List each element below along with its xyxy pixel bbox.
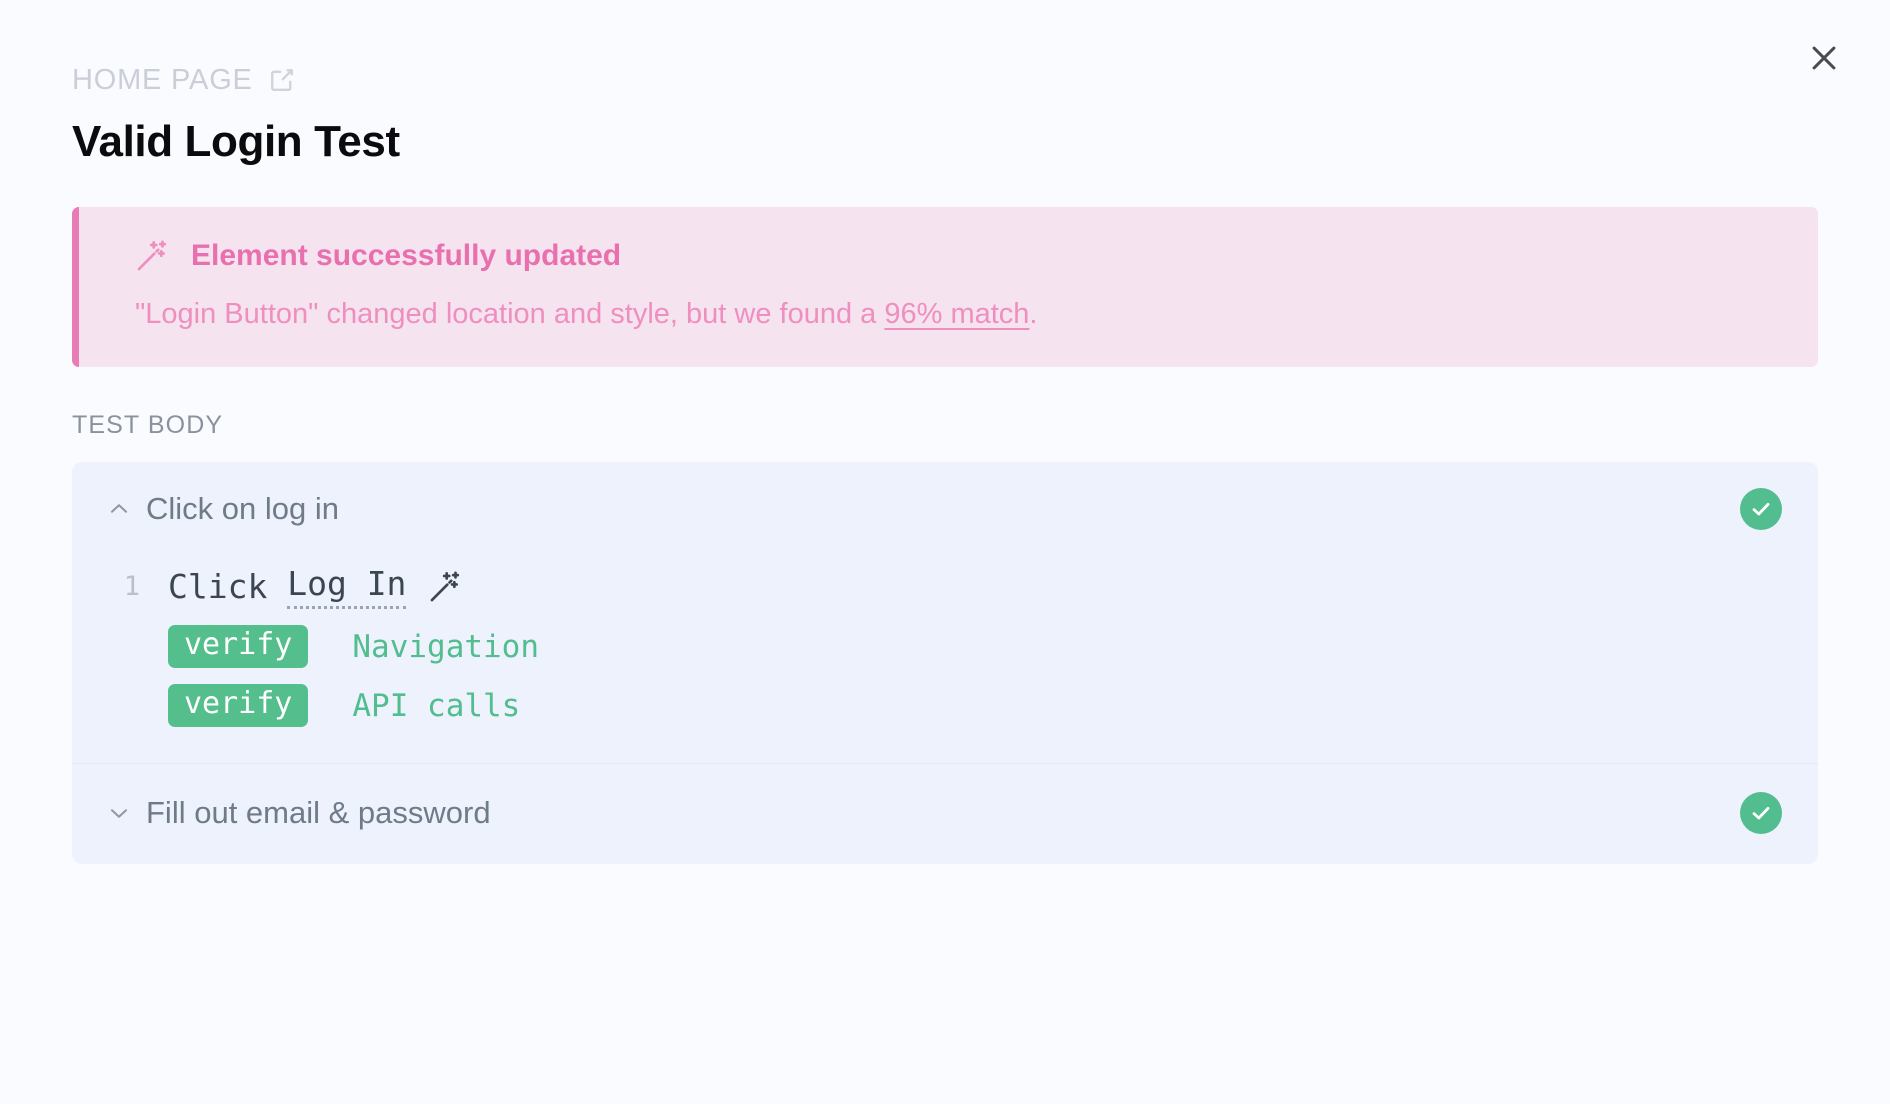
banner-title: Element successfully updated bbox=[191, 239, 622, 273]
match-score-link[interactable]: 96% match bbox=[884, 298, 1029, 330]
test-group-body: 1 Click Log In verify Navigation verify … bbox=[72, 556, 1818, 763]
banner-message-suffix: . bbox=[1029, 298, 1038, 331]
external-link-icon[interactable] bbox=[267, 65, 297, 95]
test-step-row[interactable]: 1 Click Log In bbox=[72, 556, 1818, 617]
test-group-title: Click on log in bbox=[146, 491, 339, 527]
magic-wand-icon bbox=[137, 240, 167, 271]
page-title: Valid Login Test bbox=[72, 117, 400, 166]
close-button[interactable] bbox=[1796, 30, 1852, 86]
test-assertion-row[interactable]: verify API calls bbox=[72, 676, 1818, 735]
panel-header: HOME PAGE Valid Login Test bbox=[0, 0, 1890, 166]
check-circle-icon bbox=[1740, 792, 1782, 835]
line-number: 1 bbox=[123, 571, 140, 603]
close-icon bbox=[1812, 46, 1836, 70]
verify-keyword-badge[interactable]: verify bbox=[168, 625, 309, 669]
test-group-title: Fill out email & password bbox=[146, 795, 491, 831]
check-circle-icon bbox=[1740, 488, 1782, 531]
test-detail-panel: HOME PAGE Valid Login Test Element succe… bbox=[0, 0, 1890, 1104]
verify-keyword-badge[interactable]: verify bbox=[168, 684, 309, 728]
step-action: Click bbox=[168, 567, 268, 607]
test-group-header-fill-out-email-password[interactable]: Fill out email & password bbox=[72, 764, 1818, 864]
chevron-up-icon[interactable] bbox=[106, 496, 140, 522]
step-code: Click Log In bbox=[168, 564, 462, 610]
banner-message-prefix: "Login Button" changed location and styl… bbox=[135, 298, 885, 331]
test-assertion-row[interactable]: verify Navigation bbox=[72, 617, 1818, 676]
banner-title-row: Element successfully updated bbox=[135, 238, 1778, 274]
magic-wand-icon[interactable] bbox=[428, 570, 462, 604]
chevron-down-icon[interactable] bbox=[106, 800, 140, 826]
test-group-header-click-on-log-in[interactable]: Click on log in bbox=[72, 462, 1818, 556]
assertion-target: Navigation bbox=[352, 628, 540, 665]
banner-message: "Login Button" changed location and styl… bbox=[135, 296, 1778, 334]
step-element-reference[interactable]: Log In bbox=[287, 564, 407, 610]
breadcrumb-label: HOME PAGE bbox=[72, 63, 253, 96]
assertion-target: API calls bbox=[352, 687, 521, 724]
test-body-label: TEST BODY bbox=[72, 411, 224, 440]
element-updated-banner: Element successfully updated "Login Butt… bbox=[72, 207, 1818, 368]
breadcrumb[interactable]: HOME PAGE bbox=[72, 62, 1890, 98]
test-body-card: Click on log in 1 Click Log In verify Na… bbox=[72, 462, 1818, 865]
